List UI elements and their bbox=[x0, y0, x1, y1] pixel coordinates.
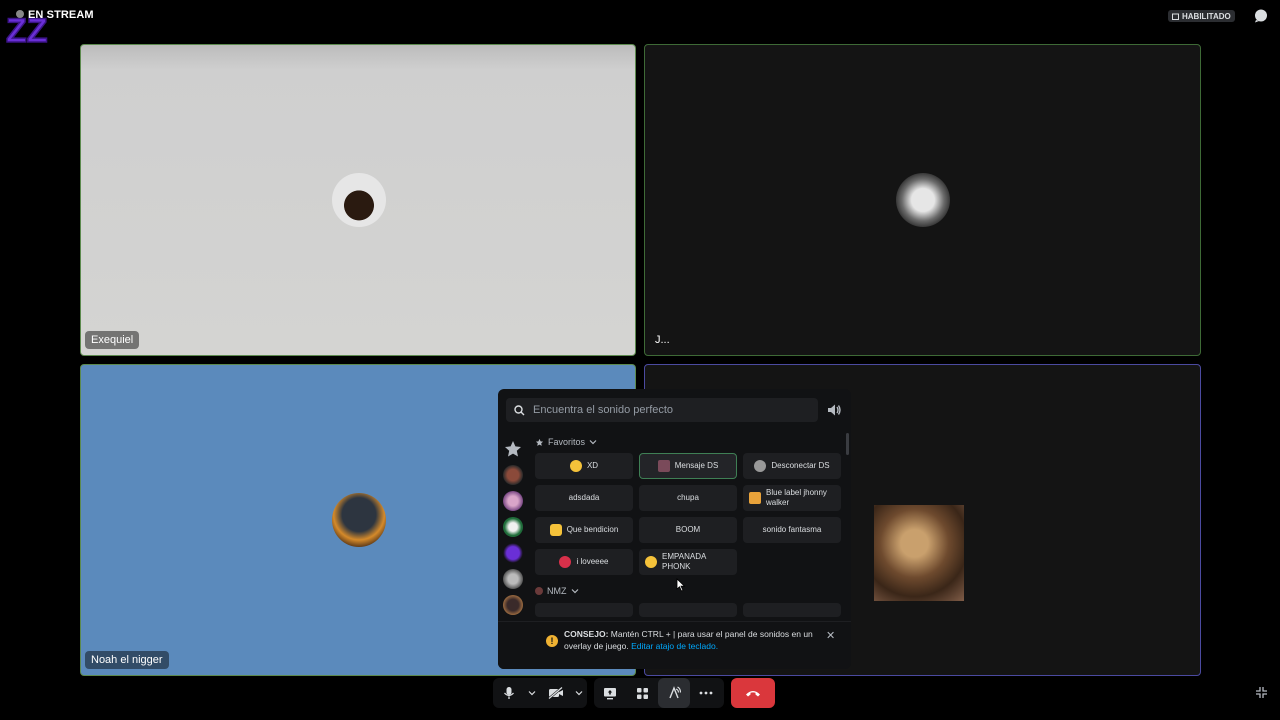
soundboard-icon bbox=[669, 686, 681, 699]
server-icon[interactable] bbox=[503, 491, 523, 511]
stream-status: EN STREAM bbox=[16, 9, 94, 21]
server-icon[interactable] bbox=[503, 569, 523, 589]
exit-fullscreen-icon[interactable] bbox=[1255, 686, 1268, 699]
participant-name: Exequiel bbox=[85, 331, 140, 349]
warning-icon: ! bbox=[546, 635, 558, 647]
chevron-down-icon bbox=[589, 440, 597, 445]
camera-button[interactable] bbox=[540, 678, 571, 708]
sound-button[interactable]: Blue label jhonny walker bbox=[743, 485, 841, 511]
sound-button[interactable]: Desconectar DS bbox=[743, 453, 841, 479]
sound-label: adsdada bbox=[568, 493, 600, 502]
status-badge-label: HABILITADO bbox=[1182, 11, 1231, 21]
sound-button[interactable]: i loveeee bbox=[535, 549, 633, 575]
server-icon[interactable] bbox=[503, 517, 523, 537]
sound-button[interactable]: Mensaje DS bbox=[639, 453, 737, 479]
soundboard-search[interactable]: Encuentra el sonido perfecto bbox=[506, 398, 818, 422]
sound-label: chupa bbox=[677, 493, 699, 502]
sound-button[interactable]: adsdada bbox=[535, 485, 633, 511]
circle-avatar-icon bbox=[754, 460, 767, 472]
sound-label: i loveeee bbox=[576, 557, 609, 566]
participant-avatar bbox=[332, 493, 386, 547]
participant-tile[interactable]: Exequiel bbox=[80, 44, 636, 356]
image-icon bbox=[657, 460, 670, 472]
hang-up-icon bbox=[746, 691, 760, 697]
volume-icon[interactable] bbox=[826, 402, 842, 418]
category-favoritos[interactable]: Favoritos bbox=[535, 437, 597, 447]
sound-button[interactable] bbox=[743, 603, 841, 617]
participant-name: J... bbox=[655, 334, 670, 346]
participant-avatar bbox=[896, 173, 950, 227]
activities-icon bbox=[636, 687, 648, 699]
stream-label-text: EN STREAM bbox=[28, 9, 94, 21]
edit-shortcut-link[interactable]: Editar atajo de teclado. bbox=[631, 641, 718, 651]
category-nmz[interactable]: NMZ bbox=[535, 586, 579, 596]
participant-avatar bbox=[332, 173, 386, 227]
search-icon bbox=[514, 404, 525, 415]
calendar-icon bbox=[1172, 13, 1179, 20]
sound-label: Que bendicion bbox=[566, 525, 619, 534]
sound-button[interactable]: chupa bbox=[639, 485, 737, 511]
soundboard-panel: Encuentra el sonido perfecto Favoritos X… bbox=[498, 389, 851, 669]
more-icon bbox=[699, 691, 713, 695]
sound-button[interactable]: XD bbox=[535, 453, 633, 479]
status-badge[interactable]: HABILITADO bbox=[1168, 10, 1235, 22]
camera-options-button[interactable] bbox=[571, 678, 587, 708]
sound-button[interactable]: EMPANADA PHONK bbox=[639, 549, 737, 575]
chevron-down-icon bbox=[575, 691, 583, 696]
disconnect-button[interactable] bbox=[731, 678, 775, 708]
activities-button[interactable] bbox=[626, 678, 658, 708]
soundboard-button[interactable] bbox=[658, 678, 690, 708]
soundboard-tip: ! CONSEJO: Mantén CTRL + | para usar el … bbox=[498, 621, 851, 669]
praying-hands-icon bbox=[549, 524, 562, 536]
chevron-down-icon bbox=[571, 589, 578, 594]
star-icon[interactable] bbox=[503, 439, 523, 459]
chat-bubble-icon[interactable] bbox=[1254, 9, 1268, 23]
mic-options-button[interactable] bbox=[524, 678, 540, 708]
laughing-emoji-icon bbox=[569, 460, 582, 472]
sound-button[interactable]: sonido fantasma bbox=[743, 517, 841, 543]
more-button[interactable] bbox=[690, 678, 722, 708]
tip-bold: CONSEJO: bbox=[564, 629, 609, 639]
search-placeholder: Encuentra el sonido perfecto bbox=[533, 404, 674, 416]
star-icon bbox=[535, 438, 544, 446]
smiley-icon bbox=[645, 556, 657, 568]
screen-share-button[interactable] bbox=[594, 678, 626, 708]
server-icon bbox=[535, 587, 543, 595]
mic-camera-controls bbox=[493, 678, 587, 708]
sound-label: XD bbox=[586, 461, 599, 470]
sound-label: EMPANADA PHONK bbox=[662, 552, 706, 571]
category-name: Favoritos bbox=[548, 437, 586, 447]
beer-icon bbox=[749, 492, 761, 504]
sound-label: Desconectar DS bbox=[771, 461, 830, 470]
call-view: ZZ EN STREAM HABILITADO Exequiel J... No… bbox=[0, 0, 1280, 720]
participant-name: Noah el nigger bbox=[85, 651, 169, 669]
mouse-cursor-icon bbox=[676, 578, 686, 592]
sound-label: BOOM bbox=[675, 525, 701, 534]
chevron-down-icon bbox=[528, 691, 536, 696]
screen-share-icon bbox=[604, 687, 616, 699]
sound-button[interactable]: BOOM bbox=[639, 517, 737, 543]
server-icon[interactable] bbox=[503, 543, 523, 563]
sound-label: Blue label jhonny walker bbox=[766, 488, 827, 507]
sound-label: sonido fantasma bbox=[762, 525, 822, 534]
microphone-icon bbox=[503, 687, 514, 699]
server-icon[interactable] bbox=[503, 465, 523, 485]
call-actions bbox=[594, 678, 724, 708]
participant-video bbox=[874, 505, 964, 601]
stream-dot-icon bbox=[16, 10, 24, 18]
scrollbar[interactable] bbox=[846, 433, 849, 455]
close-icon[interactable]: ✕ bbox=[826, 630, 835, 642]
microphone-button[interactable] bbox=[493, 678, 524, 708]
lips-icon bbox=[559, 556, 572, 568]
camera-off-icon bbox=[547, 687, 563, 699]
sound-label: Mensaje DS bbox=[674, 461, 719, 470]
server-icon[interactable] bbox=[503, 595, 523, 615]
sound-button[interactable] bbox=[535, 603, 633, 617]
category-name: NMZ bbox=[547, 586, 567, 596]
sound-button[interactable]: Que bendicion bbox=[535, 517, 633, 543]
sound-button[interactable] bbox=[639, 603, 737, 617]
participant-tile[interactable]: J... bbox=[644, 44, 1201, 356]
